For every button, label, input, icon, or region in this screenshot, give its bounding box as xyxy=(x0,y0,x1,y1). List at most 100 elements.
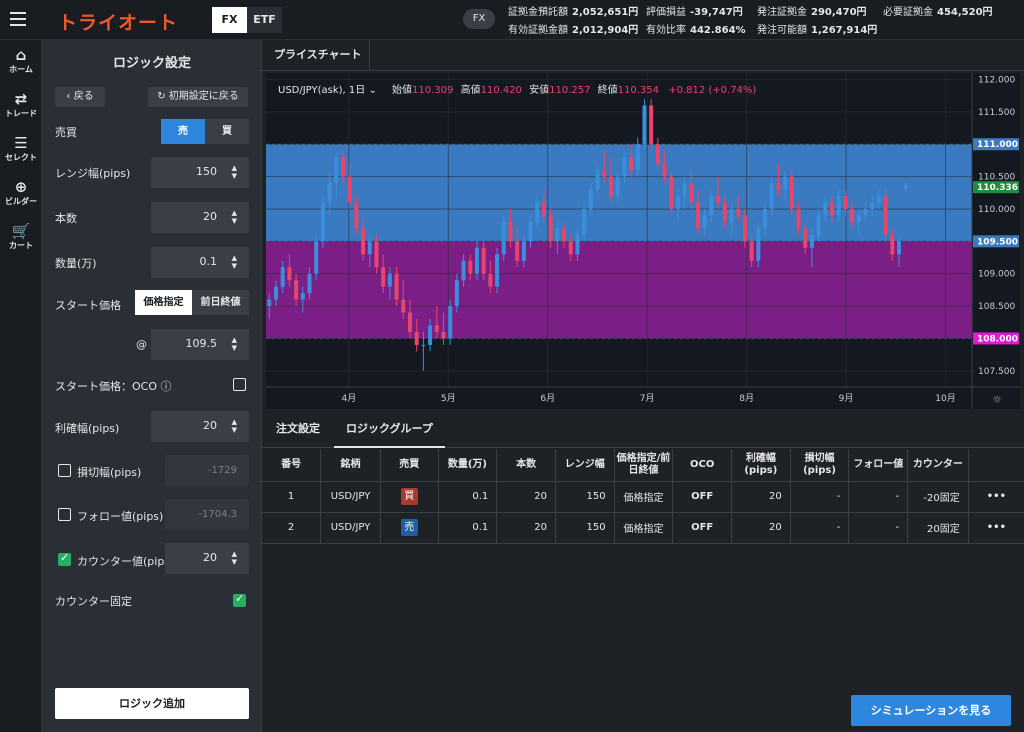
back-button[interactable]: ‹ 戻る xyxy=(55,87,105,107)
tab-etf[interactable]: ETF xyxy=(247,7,282,33)
candle-body xyxy=(883,196,888,235)
rail-cart[interactable]: 🛒 カート xyxy=(0,222,42,251)
stepper-arrows-icon[interactable]: ▲ ▼ xyxy=(232,254,237,270)
start-price-prev-close-option[interactable]: 前日終値 xyxy=(192,290,249,315)
main-area: プライスチャート 112.000111.500111.000110.500110… xyxy=(262,40,1024,732)
symbol-selector[interactable]: USD/JPY(ask), 1日 xyxy=(278,85,365,96)
reset-button[interactable]: ↻ 初期設定に戻る xyxy=(148,87,248,107)
candle-body xyxy=(461,260,466,281)
candle-body xyxy=(635,144,640,171)
qty-stepper[interactable]: 0.1 ▲ ▼ xyxy=(151,247,249,278)
at-sign: @ xyxy=(136,338,147,351)
start-price-specified-option[interactable]: 価格指定 xyxy=(135,290,192,315)
candle-body xyxy=(696,202,701,229)
candle-body xyxy=(749,241,754,261)
sl-checkbox[interactable] xyxy=(58,464,71,477)
open-label: 始値 xyxy=(392,85,413,96)
ohlc-legend: USD/JPY(ask), 1日 ⌄ 始値110.309 高値110.420 安… xyxy=(278,81,756,96)
close-label: 終値 xyxy=(597,85,618,96)
rail-home[interactable]: ⌂ ホーム xyxy=(0,46,42,75)
side-buy-option[interactable]: 買 xyxy=(205,119,249,144)
x-tick-label: 7月 xyxy=(640,393,655,404)
x-tick-label: 4月 xyxy=(341,393,356,404)
start-price-stepper[interactable]: 109.5 ▲ ▼ xyxy=(151,329,249,360)
candle-body xyxy=(622,157,627,177)
y-tick-label: 107.500 xyxy=(978,367,1015,377)
table-row[interactable]: 2 USD/JPY 売 0.1 20 150 価格指定 OFF 20 - - 2… xyxy=(262,512,1024,544)
tab-fx[interactable]: FX xyxy=(212,7,247,33)
candle-body xyxy=(327,183,332,203)
simulation-button[interactable]: シミュレーションを見る xyxy=(851,695,1011,726)
tab-price-chart[interactable]: プライスチャート xyxy=(262,40,370,70)
price-chart[interactable]: 112.000 111.500 111.000 110.500 110.000 109.5… xyxy=(266,73,1020,409)
stat-effective-ratio: 有効比率 442.864% xyxy=(646,25,746,36)
settings-icon[interactable]: ☼ xyxy=(992,393,1002,406)
start-price-label: スタート価格 xyxy=(55,299,121,312)
cell-counter: -20固定 xyxy=(907,481,969,513)
candle-body xyxy=(434,325,439,332)
candle-body xyxy=(300,293,305,300)
cell-count: 20 xyxy=(496,481,556,513)
col-tp: 利確幅(pips) xyxy=(731,449,791,482)
candle-body xyxy=(702,215,707,229)
account-badge[interactable]: FX xyxy=(463,9,495,29)
col-sl: 損切幅(pips) xyxy=(790,449,850,482)
counter-stepper[interactable]: 20 ▲ ▼ xyxy=(165,543,249,574)
cell-oco: OFF xyxy=(672,512,732,544)
candle-body xyxy=(769,183,774,209)
stepper-arrows-icon[interactable]: ▲ ▼ xyxy=(232,550,237,566)
rail-trade[interactable]: ⇄ トレード xyxy=(0,90,42,119)
builder-icon: ⊕ xyxy=(14,178,28,196)
more-icon[interactable]: ••• xyxy=(968,512,1024,544)
follow-checkbox[interactable] xyxy=(58,508,71,521)
candle-body xyxy=(588,189,593,209)
tp-stepper[interactable]: 20 ▲ ▼ xyxy=(151,411,249,442)
menu-icon[interactable] xyxy=(10,12,26,26)
cell-start: 価格指定 xyxy=(614,481,674,513)
col-menu xyxy=(968,449,1024,482)
rail-select[interactable]: ☰ セレクト xyxy=(0,134,42,163)
candle-body xyxy=(387,273,392,287)
more-icon[interactable]: ••• xyxy=(968,481,1024,513)
candle-body xyxy=(776,183,781,190)
candle-body xyxy=(568,241,573,255)
candle-body xyxy=(448,306,453,339)
col-side: 売買 xyxy=(380,449,439,482)
oco-checkbox[interactable] xyxy=(233,378,246,391)
tab-order-settings[interactable]: 注文設定 xyxy=(276,410,320,448)
panel-title: ロジック設定 xyxy=(112,56,191,71)
stepper-arrows-icon[interactable]: ▲ ▼ xyxy=(232,418,237,434)
cell-tp: 20 xyxy=(731,481,791,513)
count-stepper[interactable]: 20 ▲ ▼ xyxy=(151,202,249,233)
logic-group-table: 番号 銘柄 売買 数量(万) 本数 レンジ幅 価格指定/前日終値 OCO 利確幅… xyxy=(262,449,1024,544)
candle-body xyxy=(897,241,902,255)
select-icon: ☰ xyxy=(14,134,28,152)
stepper-arrows-icon[interactable]: ▲ ▼ xyxy=(232,336,237,352)
x-tick-label: 6月 xyxy=(540,393,555,404)
cell-qty: 0.1 xyxy=(438,481,498,513)
stepper-arrows-icon[interactable]: ▲ ▼ xyxy=(232,164,237,180)
y-tick-label: 112.000 xyxy=(978,75,1015,85)
qty-label: 数量(万) xyxy=(55,257,97,270)
cell-range: 150 xyxy=(555,512,615,544)
add-logic-button[interactable]: ロジック追加 xyxy=(55,688,249,719)
cell-qty: 0.1 xyxy=(438,512,498,544)
candle-body xyxy=(274,286,279,300)
y-tick-label: 110.000 xyxy=(978,205,1015,215)
candle-body xyxy=(850,208,855,222)
stat-pl: 評価損益 -39,747円 xyxy=(646,7,743,18)
counter-checkbox[interactable] xyxy=(58,551,71,566)
info-icon[interactable]: ⓘ xyxy=(161,380,172,393)
range-stepper[interactable]: 150 ▲ ▼ xyxy=(151,157,249,188)
rail-builder[interactable]: ⊕ ビルダー xyxy=(0,178,42,207)
candle-body xyxy=(903,186,908,189)
tab-logic-group[interactable]: ロジックグループ xyxy=(334,410,445,448)
table-row[interactable]: 1 USD/JPY 買 0.1 20 150 価格指定 OFF 20 - - -… xyxy=(262,481,1024,513)
stepper-arrows-icon[interactable]: ▲ ▼ xyxy=(232,209,237,225)
chevron-down-icon[interactable]: ⌄ xyxy=(365,85,376,96)
candle-body xyxy=(501,221,506,255)
divider xyxy=(262,70,1024,71)
counter-fixed-checkbox[interactable] xyxy=(233,592,246,607)
side-sell-option[interactable]: 売 xyxy=(161,119,205,144)
candle-body xyxy=(615,176,620,197)
